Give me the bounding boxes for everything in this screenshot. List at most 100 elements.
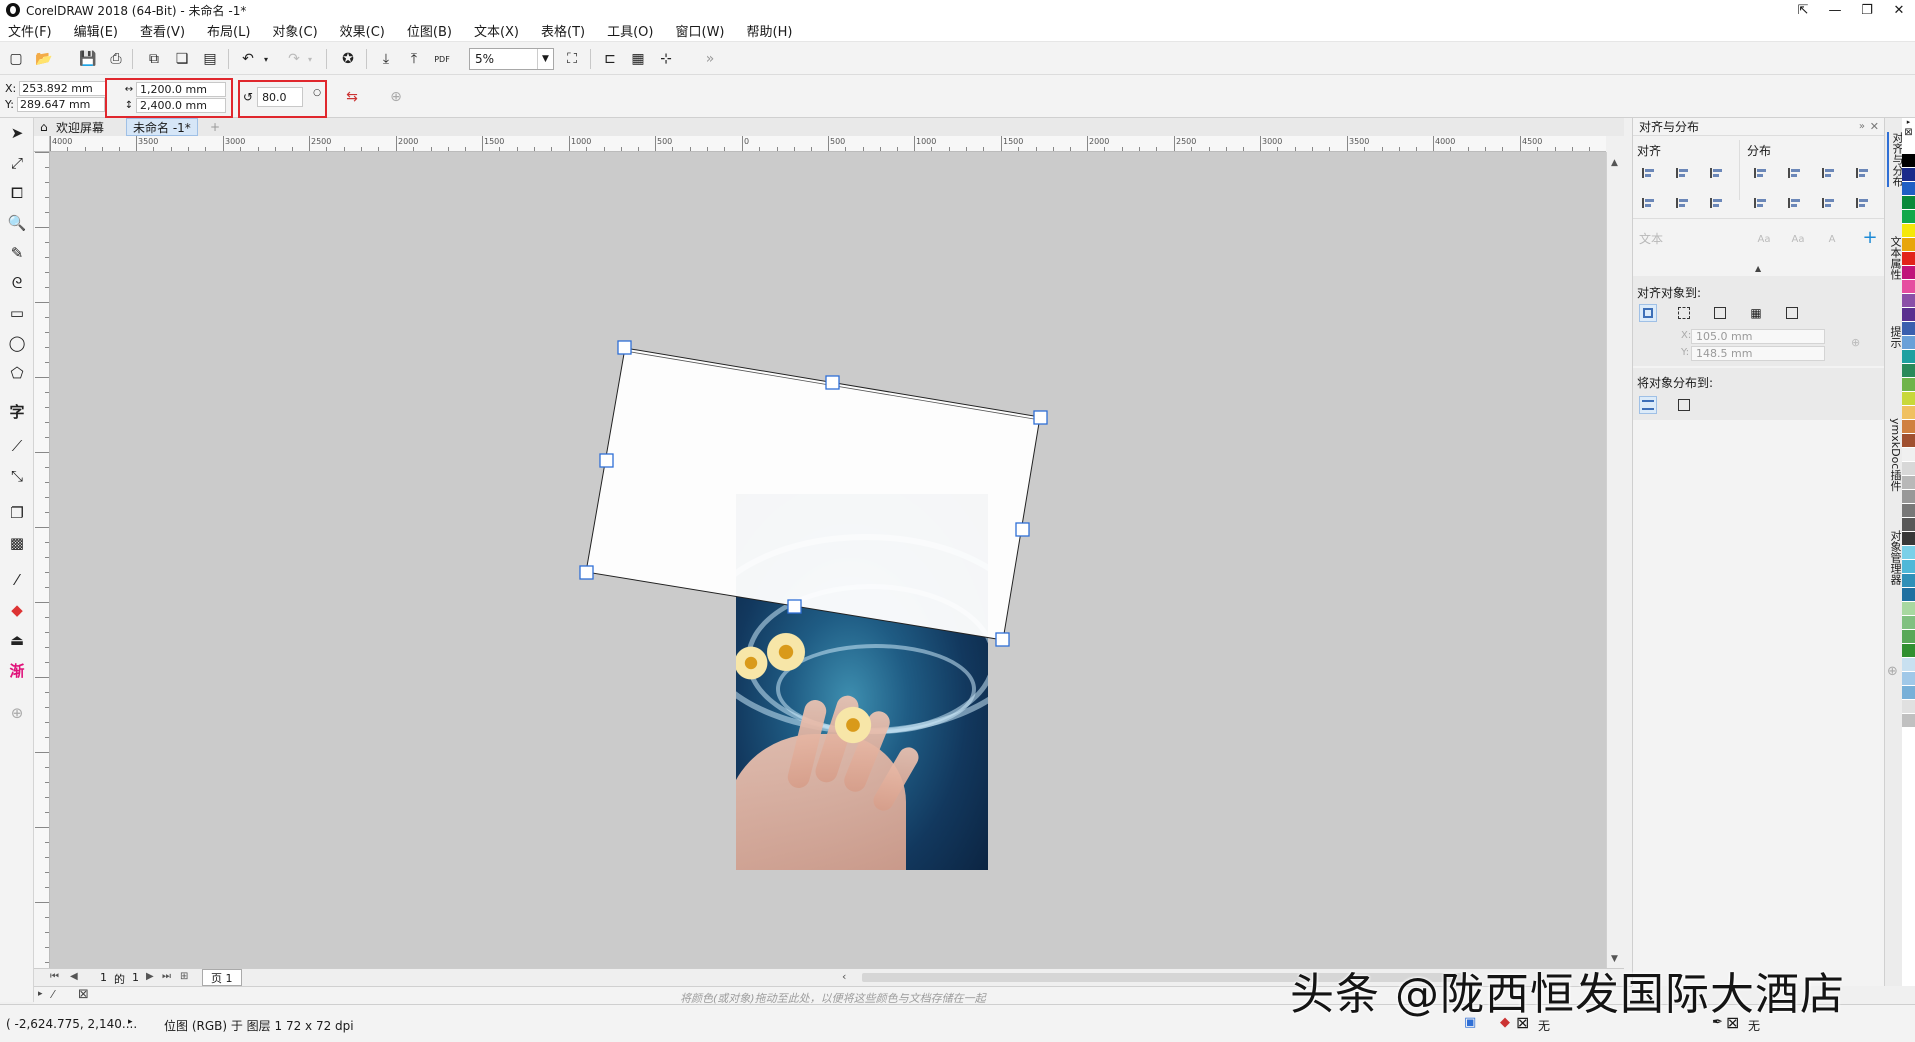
restore-help-icon[interactable]: ⇱: [1787, 0, 1819, 20]
mirror-object-icon[interactable]: ⇆: [342, 87, 362, 107]
selection-handle[interactable]: [617, 340, 632, 355]
tab-welcome-screen[interactable]: 欢迎屏幕: [50, 118, 110, 136]
scroll-up-icon[interactable]: ▲: [1611, 158, 1618, 168]
color-swatch[interactable]: [1902, 448, 1915, 462]
align-top-icon[interactable]: [1639, 194, 1657, 212]
color-swatch[interactable]: [1902, 406, 1915, 420]
color-swatch[interactable]: [1902, 350, 1915, 364]
color-swatch[interactable]: [1902, 140, 1915, 154]
rotation-angle-input[interactable]: 80.0: [257, 87, 304, 107]
color-swatch[interactable]: [1902, 294, 1915, 308]
color-swatches[interactable]: [1902, 140, 1915, 728]
zoom-level-select[interactable]: 5% ▼: [469, 48, 554, 70]
color-swatch[interactable]: [1902, 420, 1915, 434]
menu-object[interactable]: 对象(C): [272, 21, 317, 40]
redo-dropdown-icon[interactable]: ▾: [300, 49, 320, 69]
close-docker-icon[interactable]: ✕: [1870, 120, 1879, 133]
distribute-to-page-icon[interactable]: [1675, 396, 1693, 414]
text-bounding-box-icon[interactable]: A: [1823, 230, 1841, 248]
polygon-tool-icon[interactable]: ⬠: [7, 363, 27, 383]
menu-layout[interactable]: 布局(L): [207, 21, 250, 40]
gradient-plugin-icon[interactable]: 渐: [7, 660, 27, 680]
prev-page-icon[interactable]: ◀: [70, 971, 78, 982]
add-tool-icon[interactable]: ⊕: [7, 703, 27, 723]
open-folder-icon[interactable]: 📂: [34, 49, 54, 69]
menu-file[interactable]: 文件(F): [8, 21, 52, 40]
color-swatch[interactable]: [1902, 532, 1915, 546]
vertical-ruler[interactable]: [34, 152, 50, 968]
maximize-button[interactable]: ❐: [1851, 0, 1883, 20]
chevron-down-icon[interactable]: ▼: [537, 49, 553, 69]
align-center-horizontal-icon[interactable]: [1673, 164, 1691, 182]
collapse-docker-icon[interactable]: »: [1859, 121, 1865, 132]
color-swatch[interactable]: [1902, 168, 1915, 182]
distribute-right-icon[interactable]: [1853, 164, 1871, 182]
align-center-vertical-icon[interactable]: [1673, 194, 1691, 212]
color-swatch[interactable]: [1902, 210, 1915, 224]
color-swatch[interactable]: [1902, 672, 1915, 686]
selection-handle[interactable]: [787, 599, 802, 614]
menu-effects[interactable]: 效果(C): [340, 21, 385, 40]
x-position-input[interactable]: 253.892 mm: [19, 81, 108, 96]
undo-icon[interactable]: ↶: [238, 49, 258, 69]
full-screen-icon[interactable]: ⛶: [562, 49, 582, 69]
distribute-to-selection-icon[interactable]: [1639, 396, 1657, 414]
no-color-icon[interactable]: ⊠: [78, 987, 89, 1002]
object-width-field[interactable]: ↔ 1,200.0 mm: [122, 82, 226, 97]
color-swatch[interactable]: [1902, 378, 1915, 392]
distribute-middle-icon[interactable]: [1785, 194, 1803, 212]
collapse-section-icon[interactable]: ▲: [1755, 264, 1761, 273]
ellipse-tool-icon[interactable]: ◯: [7, 333, 27, 353]
first-page-icon[interactable]: ⏮: [50, 971, 59, 982]
color-swatch[interactable]: [1902, 644, 1915, 658]
scroll-left-icon[interactable]: ‹: [842, 970, 846, 983]
color-swatch[interactable]: [1902, 602, 1915, 616]
align-to-grid-icon[interactable]: ▦: [1747, 304, 1765, 322]
color-swatch[interactable]: [1902, 154, 1915, 168]
y-position-field[interactable]: Y: 289.647 mm: [5, 97, 105, 112]
object-width-input[interactable]: 1,200.0 mm: [136, 82, 226, 97]
color-swatch[interactable]: [1902, 252, 1915, 266]
add-docker-icon[interactable]: ⊕: [1887, 664, 1898, 679]
shape-tool-icon[interactable]: ⤢: [7, 153, 27, 173]
drawing-canvas[interactable]: [50, 152, 1606, 968]
color-palette[interactable]: ▸ ⊠: [1902, 118, 1915, 986]
text-align-last-baseline-icon[interactable]: Aa: [1789, 230, 1807, 248]
color-swatch[interactable]: [1902, 714, 1915, 728]
zoom-tool-icon[interactable]: 🔍: [7, 213, 27, 233]
target-icon[interactable]: ⊕: [1851, 336, 1860, 349]
menu-help[interactable]: 帮助(H): [747, 21, 793, 40]
color-swatch[interactable]: [1902, 266, 1915, 280]
color-swatch[interactable]: [1902, 658, 1915, 672]
color-swatch[interactable]: [1902, 504, 1915, 518]
color-swatch[interactable]: [1902, 518, 1915, 532]
pick-tool-icon[interactable]: ➤: [7, 123, 27, 143]
text-tool-icon[interactable]: 字: [7, 401, 27, 421]
color-swatch[interactable]: [1902, 280, 1915, 294]
color-swatch[interactable]: [1902, 364, 1915, 378]
color-swatch[interactable]: [1902, 392, 1915, 406]
side-tab-object-manager[interactable]: 对象管理器: [1887, 530, 1903, 585]
color-swatch[interactable]: [1902, 224, 1915, 238]
side-tab-ymxkdoc-plugin[interactable]: ymxkDoc插件: [1887, 418, 1903, 491]
side-tab-text-properties[interactable]: 文本属性: [1887, 236, 1903, 280]
color-swatch[interactable]: [1902, 322, 1915, 336]
menu-bitmaps[interactable]: 位图(B): [407, 21, 452, 40]
object-height-field[interactable]: ↕ 2,400.0 mm: [122, 98, 226, 113]
align-point-y-input[interactable]: 148.5 mm: [1691, 346, 1825, 361]
ruler-origin[interactable]: [34, 136, 50, 152]
copy-icon[interactable]: ❏: [172, 49, 192, 69]
color-swatch[interactable]: [1902, 588, 1915, 602]
menu-tools[interactable]: 工具(O): [607, 21, 653, 40]
color-swatch[interactable]: [1902, 462, 1915, 476]
undo-dropdown-icon[interactable]: ▾: [256, 49, 276, 69]
palette-menu-icon[interactable]: ▸: [38, 989, 43, 999]
smart-fill-icon[interactable]: ⏏: [7, 630, 27, 650]
export-icon[interactable]: ⤒: [404, 49, 424, 69]
color-swatch[interactable]: [1902, 196, 1915, 210]
menu-view[interactable]: 查看(V): [140, 21, 185, 40]
no-color-swatch-icon[interactable]: ⊠: [1902, 126, 1915, 140]
align-left-icon[interactable]: [1639, 164, 1657, 182]
status-expand-icon[interactable]: ▸: [128, 1017, 133, 1027]
side-tab-hints[interactable]: 提示: [1887, 326, 1903, 348]
